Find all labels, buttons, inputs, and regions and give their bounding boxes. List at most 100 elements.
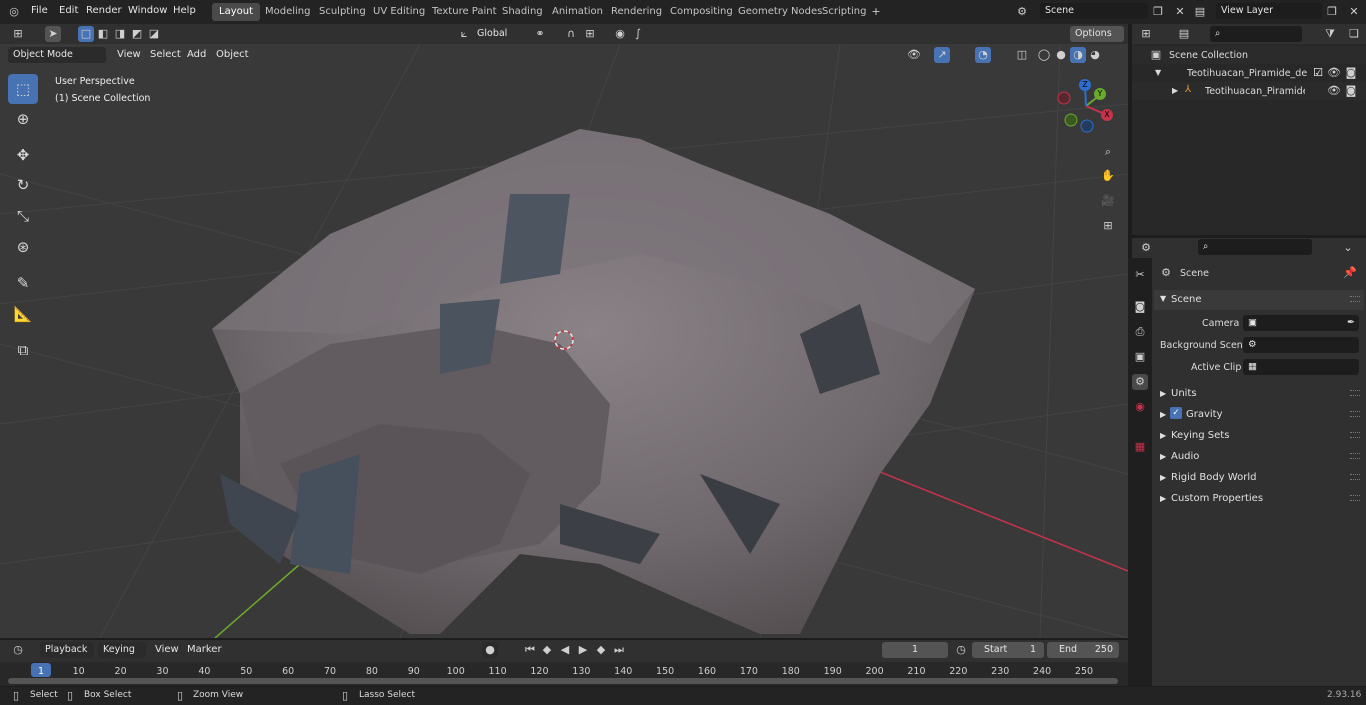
tab-compositing[interactable]: Compositing (663, 3, 740, 21)
new-collection-icon[interactable]: ❏ (1346, 26, 1362, 42)
current-frame-field[interactable]: 1 (882, 642, 948, 658)
timeline-menu-view[interactable]: View (155, 644, 179, 655)
expand-arrow-icon[interactable]: ▼ (1155, 68, 1161, 77)
pan-hand-icon[interactable]: ✋ (1100, 168, 1116, 184)
eyedropper-icon[interactable]: ✒ (1347, 317, 1355, 328)
gizmo-z[interactable]: Z (1079, 79, 1091, 91)
prev-keyframe-icon[interactable]: ◆ (539, 642, 555, 658)
outliner-item-pyramid-object[interactable]: Teotihuacan_Piramide_de (1205, 86, 1305, 97)
timeline-menu-marker[interactable]: Marker (187, 644, 222, 655)
orientation-dropdown[interactable]: Global (472, 26, 524, 42)
menu-edit[interactable]: Edit (59, 5, 78, 16)
select-tool-icon[interactable]: ➤ (45, 26, 61, 42)
panel-units[interactable]: ▶ Units (1154, 384, 1364, 404)
view-layer-tab-icon[interactable]: ▣ (1132, 349, 1148, 365)
proportional-edit-icon[interactable]: ◉ (612, 26, 628, 42)
record-icon[interactable]: ● (482, 642, 498, 658)
options-button[interactable]: Options (1070, 26, 1124, 42)
camera-field[interactable]: ▣ ✒ (1243, 315, 1359, 331)
display-mode-icon[interactable]: ▤ (1176, 26, 1192, 42)
next-keyframe-icon[interactable]: ◆ (593, 642, 609, 658)
visibility-eye-icon[interactable]: 👁 (1326, 83, 1342, 99)
panel-custom-properties[interactable]: ▶ Custom Properties (1154, 489, 1364, 509)
menu-window[interactable]: Window (128, 5, 167, 16)
render-camera-icon[interactable]: ◙ (1343, 65, 1359, 81)
playback-dropdown[interactable]: Playback (40, 642, 94, 658)
tab-sculpting[interactable]: Sculpting (312, 3, 373, 21)
scene-icon[interactable]: ⚙ (1014, 4, 1030, 20)
exclude-checkbox[interactable]: ☑ (1310, 65, 1326, 81)
snap-target-icon[interactable]: ⊞ (582, 26, 598, 42)
gizmo-x[interactable]: X (1101, 109, 1113, 121)
visibility-eye-icon[interactable]: 👁 (1326, 65, 1342, 81)
add-cube-tool[interactable]: ⧉ (8, 335, 38, 365)
tab-uv-editing[interactable]: UV Editing (366, 3, 432, 21)
copy-scene-icon[interactable]: ❐ (1150, 4, 1166, 20)
scene-tab-icon[interactable]: ⚙ (1132, 374, 1148, 390)
play-icon[interactable]: ▶ (575, 642, 591, 658)
output-tab-icon[interactable]: ⎙ (1132, 324, 1148, 340)
tab-modeling[interactable]: Modeling (258, 3, 318, 21)
select-mode-subtract-icon[interactable]: ◨ (112, 26, 128, 42)
camera-view-icon[interactable]: 🎥 (1100, 193, 1116, 209)
outliner-editor-icon[interactable]: ⊞ (1138, 26, 1154, 42)
select-mode-extend-icon[interactable]: ◧ (95, 26, 111, 42)
overlay-toggle-icon[interactable]: ◔ (975, 47, 991, 63)
menu-object[interactable]: Object (216, 49, 249, 60)
annotate-tool[interactable]: ✎ (8, 268, 38, 298)
transform-tool[interactable]: ⊛ (8, 232, 38, 262)
add-workspace-icon[interactable]: + (868, 4, 884, 20)
chevron-down-icon[interactable]: ⌄ (1340, 240, 1356, 256)
move-tool[interactable]: ✥ (8, 140, 38, 170)
gravity-checkbox[interactable]: ✓ (1170, 407, 1182, 419)
tab-layout[interactable]: Layout (212, 3, 260, 21)
wireframe-shading-icon[interactable]: ◯ (1036, 47, 1052, 63)
texture-tab-icon[interactable]: ▦ (1132, 439, 1148, 455)
menu-add[interactable]: Add (187, 49, 206, 60)
timeline-scrollbar[interactable] (8, 678, 1118, 684)
end-frame-field[interactable]: End 250 (1047, 642, 1119, 658)
menu-view[interactable]: View (117, 49, 141, 60)
visibility-icon[interactable]: 👁 (906, 47, 922, 63)
select-mode-invert-icon[interactable]: ◩ (129, 26, 145, 42)
material-shading-icon[interactable]: ◑ (1070, 47, 1086, 63)
select-mode-intersect-icon[interactable]: ◪ (146, 26, 162, 42)
world-tab-icon[interactable]: ◉ (1132, 399, 1148, 415)
xray-icon[interactable]: ◫ (1014, 47, 1030, 63)
panel-scene-header[interactable]: ▼ Scene (1154, 290, 1364, 310)
solid-shading-icon[interactable]: ● (1053, 47, 1069, 63)
orientation-icon[interactable]: ⟀ (456, 26, 472, 42)
timeline-editor-icon[interactable]: ◷ (10, 642, 26, 658)
snap-icon[interactable]: ∩ (563, 26, 579, 42)
properties-editor-icon[interactable]: ⚙ (1138, 240, 1154, 256)
delete-scene-icon[interactable]: ✕ (1172, 4, 1188, 20)
mode-dropdown[interactable]: Object Mode (8, 47, 106, 63)
outliner-search-input[interactable]: ⌕ (1210, 26, 1302, 42)
blender-logo-icon[interactable]: ◎ (6, 4, 22, 20)
menu-render[interactable]: Render (86, 5, 122, 16)
background-scene-field[interactable]: ⚙ (1243, 337, 1359, 353)
panel-gravity[interactable]: ▶ ✓ Gravity (1154, 405, 1364, 425)
scene-field[interactable]: Scene (1040, 3, 1148, 19)
panel-rigid-body-world[interactable]: ▶ Rigid Body World (1154, 468, 1364, 488)
pivot-icon[interactable]: ⚭ (532, 26, 548, 42)
perspective-toggle-icon[interactable]: ⊞ (1100, 218, 1116, 234)
tab-texture-paint[interactable]: Texture Paint (425, 3, 504, 21)
rotate-tool[interactable]: ↻ (8, 170, 38, 200)
measure-tool[interactable]: 📐 (8, 299, 38, 329)
tab-scripting[interactable]: Scripting (815, 3, 873, 21)
menu-select[interactable]: Select (150, 49, 181, 60)
delete-view-layer-icon[interactable]: ✕ (1346, 4, 1362, 20)
cursor-tool[interactable]: ⊕ (8, 104, 38, 134)
view-layer-icon[interactable]: ▤ (1192, 4, 1208, 20)
view-layer-field[interactable]: View Layer (1216, 3, 1322, 19)
select-mode-new-icon[interactable]: □ (78, 26, 94, 42)
menu-help[interactable]: Help (173, 5, 196, 16)
editor-type-icon[interactable]: ⊞ (10, 26, 26, 42)
active-clip-field[interactable]: ▦ (1243, 359, 1359, 375)
select-box-tool[interactable]: ⬚ (8, 74, 38, 104)
jump-end-icon[interactable]: ⏭ (611, 642, 627, 658)
scene-collection-label[interactable]: Scene Collection (1169, 50, 1248, 61)
scale-tool[interactable]: ⤡ (8, 201, 38, 231)
panel-keying-sets[interactable]: ▶ Keying Sets (1154, 426, 1364, 446)
